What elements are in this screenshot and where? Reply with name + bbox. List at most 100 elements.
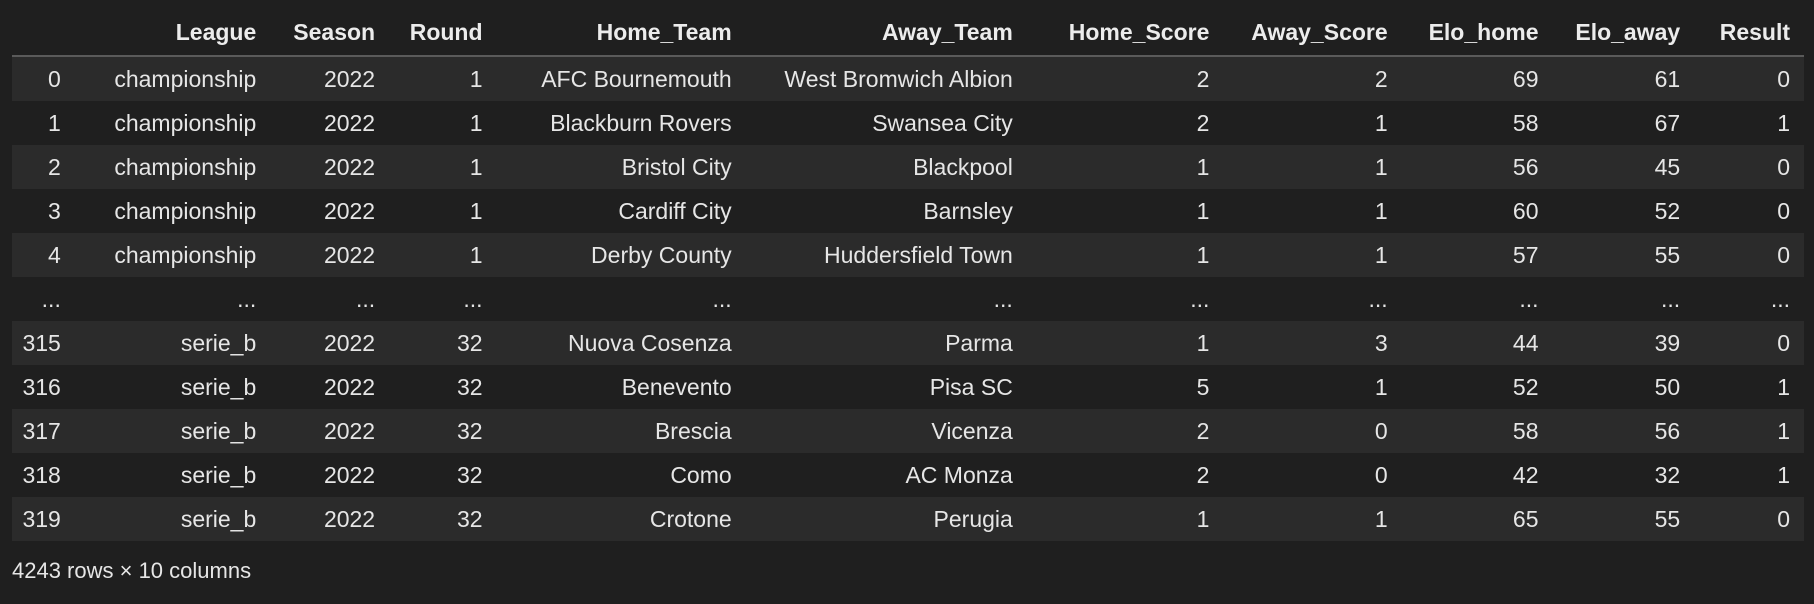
- cell-elo-away: 32: [1654, 462, 1681, 488]
- index-header: [12, 9, 83, 57]
- cell-elo-home: 42: [1512, 462, 1539, 488]
- cell-home-team: Bristol City: [621, 154, 732, 180]
- cell-home-score: 1: [1196, 154, 1210, 180]
- cell-home-score: 1: [1196, 330, 1210, 356]
- cell-home-score: 1: [1196, 198, 1210, 224]
- cell-elo-away: 45: [1654, 154, 1681, 180]
- row-index: 1: [48, 110, 61, 136]
- dataframe-table: League Season Round Home_Team Away_Team …: [12, 9, 1804, 541]
- header-row: League Season Round Home_Team Away_Team …: [12, 9, 1804, 57]
- cell-league: serie_b: [180, 418, 257, 444]
- cell-away-team: West Bromwich Albion: [784, 66, 1013, 92]
- cell-home-score: 2: [1196, 66, 1210, 92]
- cell-result: 0: [1777, 330, 1790, 356]
- dataframe-output: League Season Round Home_Team Away_Team …: [12, 9, 1804, 541]
- cell-away-team: Pisa SC: [929, 374, 1013, 400]
- cell-league: championship: [114, 66, 257, 92]
- row-index: 4: [48, 242, 61, 268]
- cell-league: serie_b: [180, 330, 257, 356]
- cell-elo-away: 61: [1654, 66, 1681, 92]
- cell-away-score: ...: [1368, 286, 1388, 312]
- cell-season: 2022: [323, 110, 376, 136]
- cell-elo-home: 60: [1512, 198, 1539, 224]
- row-index: 2: [48, 154, 61, 180]
- cell-home-score: 5: [1196, 374, 1210, 400]
- cell-result: 0: [1777, 66, 1790, 92]
- row-index: 318: [22, 462, 61, 488]
- cell-home-team: Derby County: [591, 242, 732, 268]
- table-row: 4 championship 2022 1 Derby County Huddersfie…: [12, 233, 1804, 277]
- cell-away-score: 0: [1374, 462, 1388, 488]
- cell-away-score: 1: [1374, 154, 1388, 180]
- dataframe-shape-summary: 4243 rows × 10 columns: [12, 558, 252, 583]
- cell-away-team: Swansea City: [872, 110, 1013, 136]
- cell-elo-home: 58: [1512, 110, 1539, 136]
- cell-elo-home: 65: [1512, 506, 1539, 532]
- cell-elo-home: 57: [1512, 242, 1539, 268]
- cell-league: serie_b: [180, 462, 257, 488]
- table-row: 318 serie_b 2022 32 Como AC Monza 2 0 42 32 1: [12, 453, 1804, 497]
- cell-season: 2022: [323, 154, 376, 180]
- column-header-away-score: Away_Score: [1223, 9, 1402, 57]
- cell-away-score: 1: [1374, 506, 1388, 532]
- column-header-result: Result: [1694, 9, 1804, 57]
- table-row: 316 serie_b 2022 32 Benevento Pisa SC 5 1 52 50 1: [12, 365, 1804, 409]
- table-row: .................................: [12, 277, 1804, 321]
- cell-result: 0: [1777, 242, 1790, 268]
- cell-season: 2022: [323, 66, 376, 92]
- cell-home-score: 2: [1196, 110, 1210, 136]
- cell-home-team: Cardiff City: [618, 198, 732, 224]
- cell-home-team: AFC Bournemouth: [541, 66, 732, 92]
- cell-away-team: Parma: [945, 330, 1013, 356]
- cell-season: 2022: [323, 462, 376, 488]
- column-header-away-team: Away_Team: [745, 9, 1027, 57]
- cell-result: 1: [1777, 110, 1790, 136]
- cell-league: ...: [237, 286, 257, 312]
- cell-round: 32: [456, 330, 483, 356]
- cell-elo-away: 39: [1654, 330, 1681, 356]
- cell-elo-away: 55: [1654, 242, 1681, 268]
- cell-elo-away: 67: [1654, 110, 1681, 136]
- cell-round: 32: [456, 506, 483, 532]
- cell-home-score: ...: [1190, 286, 1210, 312]
- cell-elo-away: ...: [1661, 286, 1681, 312]
- cell-elo-home: 44: [1512, 330, 1539, 356]
- column-header-home-score: Home_Score: [1026, 9, 1224, 57]
- cell-home-team: Nuova Cosenza: [568, 330, 732, 356]
- column-header-round: Round: [389, 9, 497, 57]
- cell-away-team: Vicenza: [931, 418, 1013, 444]
- cell-round: 1: [469, 242, 483, 268]
- table-row: 2 championship 2022 1 Bristol City Blackpool 1…: [12, 145, 1804, 189]
- column-header-home-team: Home_Team: [496, 9, 746, 57]
- cell-away-team: Perugia: [933, 506, 1013, 532]
- cell-elo-home: 58: [1512, 418, 1539, 444]
- cell-elo-home: 69: [1512, 66, 1539, 92]
- cell-result: ...: [1770, 286, 1790, 312]
- cell-elo-home: ...: [1519, 286, 1539, 312]
- cell-home-team: Como: [670, 462, 732, 488]
- cell-home-team: Blackburn Rovers: [550, 110, 732, 136]
- column-header-league: League: [82, 9, 271, 57]
- cell-season: ...: [355, 286, 376, 312]
- cell-away-score: 1: [1374, 242, 1388, 268]
- table-row: 1 championship 2022 1 Blackburn Rovers Swanse…: [12, 101, 1804, 145]
- cell-round: 32: [456, 418, 483, 444]
- cell-result: 0: [1777, 154, 1790, 180]
- cell-home-score: 1: [1196, 506, 1210, 532]
- cell-away-score: 3: [1374, 330, 1388, 356]
- cell-league: serie_b: [180, 506, 257, 532]
- cell-home-score: 2: [1196, 418, 1210, 444]
- cell-home-score: 1: [1196, 242, 1210, 268]
- cell-home-score: 2: [1196, 462, 1210, 488]
- cell-season: 2022: [323, 198, 376, 224]
- table-row: 319 serie_b 2022 32 Crotone Perugia 1 1 65 55 0: [12, 497, 1804, 541]
- cell-round: 32: [456, 462, 483, 488]
- row-index: 319: [22, 506, 61, 532]
- row-index: 316: [22, 374, 61, 400]
- cell-round: 1: [469, 154, 483, 180]
- column-header-elo-away: Elo_away: [1552, 9, 1695, 57]
- cell-league: championship: [114, 242, 257, 268]
- cell-season: 2022: [323, 330, 376, 356]
- cell-result: 1: [1777, 374, 1790, 400]
- table-row: 317 serie_b 2022 32 Brescia Vicenza 2 0 58 56 1: [12, 409, 1804, 453]
